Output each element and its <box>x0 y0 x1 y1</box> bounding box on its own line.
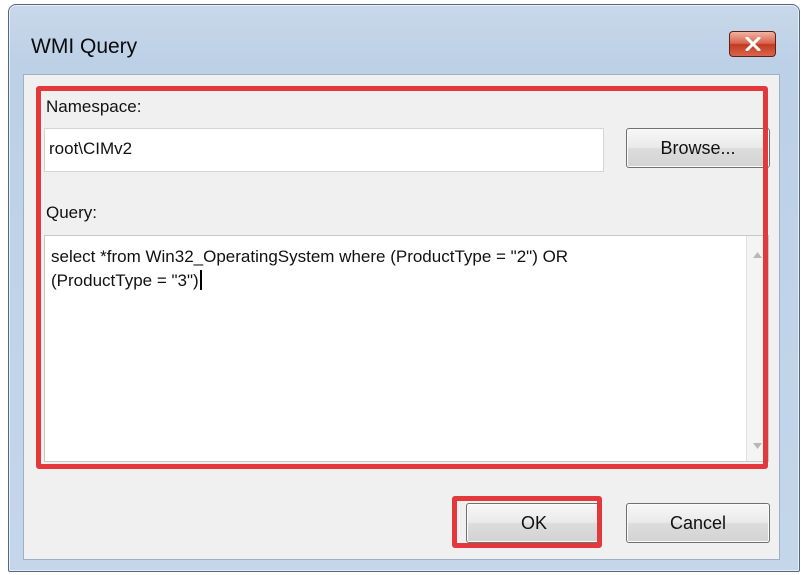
query-scrollbar[interactable] <box>746 236 768 461</box>
text-caret <box>199 270 202 290</box>
wmi-query-dialog: WMI Query Namespace: root\CIMv2 Browse..… <box>8 4 800 572</box>
namespace-input[interactable]: root\CIMv2 <box>44 128 604 172</box>
query-label: Query: <box>46 203 98 222</box>
dialog-title: WMI Query <box>31 35 138 58</box>
dialog-body: Namespace: root\CIMv2 Browse... Query: s… <box>23 74 780 560</box>
browse-button[interactable]: Browse... <box>626 128 770 168</box>
close-button[interactable] <box>729 31 776 57</box>
ok-button[interactable]: OK <box>466 503 602 543</box>
close-icon <box>745 37 761 51</box>
query-text: select *from Win32_OperatingSystem where… <box>51 247 569 290</box>
namespace-label: Namespace: <box>46 97 142 116</box>
scroll-up-arrow-icon[interactable] <box>753 252 762 258</box>
scroll-down-arrow-icon[interactable] <box>753 443 762 449</box>
query-textarea[interactable]: select *from Win32_OperatingSystem where… <box>44 235 769 462</box>
cancel-button[interactable]: Cancel <box>626 503 770 543</box>
